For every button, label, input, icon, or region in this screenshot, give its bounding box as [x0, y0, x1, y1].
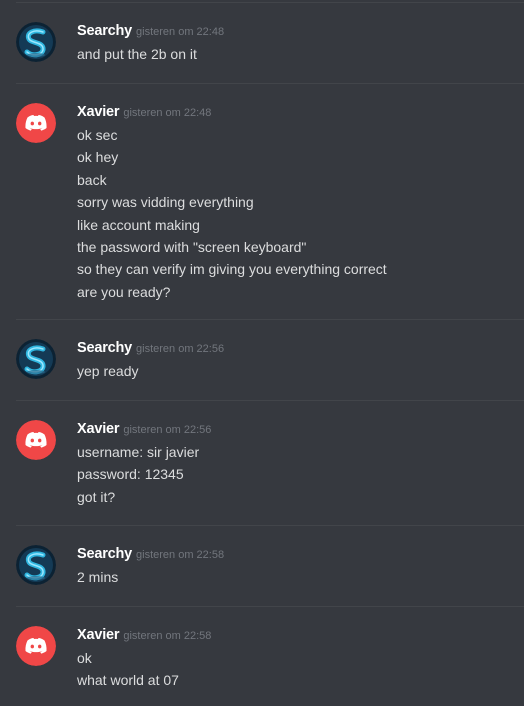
timestamp: gisteren om 22:56: [123, 424, 212, 436]
discord-default-avatar-icon[interactable]: [16, 626, 56, 666]
message-divider: [16, 83, 524, 84]
message-divider: [16, 319, 524, 320]
message-line: the password with "screen keyboard": [77, 239, 307, 256]
username[interactable]: Xavier: [77, 421, 120, 437]
message-line: sorry was vidding everything: [77, 194, 254, 211]
timestamp: gisteren om 22:58: [123, 630, 212, 642]
message-line: 2 mins: [77, 569, 119, 585]
message-content: ok sec ok hey back sorry was vidding eve…: [77, 124, 514, 303]
message-content: username: sir javier password: 12345 got…: [77, 441, 514, 508]
message-divider: [16, 525, 524, 526]
searchy-avatar-icon[interactable]: [16, 545, 56, 585]
message-content: yep ready: [77, 360, 514, 382]
message-header: Searchy gisteren om 22:56: [77, 339, 224, 359]
message-line: yep ready: [77, 363, 139, 379]
discord-default-avatar-icon[interactable]: [16, 420, 56, 460]
message-line: password: 12345: [77, 466, 184, 483]
message-content: ok what world at 07: [77, 647, 514, 692]
message-line: are you ready?: [77, 283, 171, 300]
message-line: what world at 07: [77, 672, 179, 689]
searchy-avatar-icon[interactable]: [16, 22, 56, 62]
searchy-avatar-icon[interactable]: [16, 339, 56, 379]
message-line: back: [77, 171, 107, 188]
username[interactable]: Xavier: [77, 627, 120, 643]
message-content: 2 mins: [77, 566, 514, 588]
message-line: and put the 2b on it: [77, 46, 197, 62]
message-header: Xavier gisteren om 22:56: [77, 420, 211, 440]
timestamp: gisteren om 22:58: [136, 549, 225, 561]
message-header: Xavier gisteren om 22:48: [77, 103, 211, 123]
message-content: and put the 2b on it: [77, 43, 514, 65]
timestamp: gisteren om 22:56: [136, 343, 225, 355]
message-line: ok hey: [77, 149, 119, 166]
username[interactable]: Searchy: [77, 23, 132, 39]
timestamp: gisteren om 22:48: [136, 26, 225, 38]
message-header: Searchy gisteren om 22:58: [77, 545, 224, 565]
message-divider: [16, 606, 524, 607]
username[interactable]: Xavier: [77, 104, 120, 120]
username[interactable]: Searchy: [77, 340, 132, 356]
message-line: like account making: [77, 216, 200, 233]
message-line: ok: [77, 650, 92, 666]
message-line: got it?: [77, 488, 116, 505]
message-divider: [16, 2, 524, 3]
message-header: Searchy gisteren om 22:48: [77, 22, 224, 42]
message-line: ok sec: [77, 127, 118, 143]
message-line: username: sir javier: [77, 444, 200, 460]
message-line: so they can verify im giving you everyth…: [77, 261, 387, 278]
username[interactable]: Searchy: [77, 546, 132, 562]
discord-default-avatar-icon[interactable]: [16, 103, 56, 143]
timestamp: gisteren om 22:48: [123, 107, 212, 119]
chat-messages: Searchy gisteren om 22:48 and put the 2b …: [0, 0, 524, 706]
message-header: Xavier gisteren om 22:58: [77, 626, 211, 646]
message-divider: [16, 400, 524, 401]
